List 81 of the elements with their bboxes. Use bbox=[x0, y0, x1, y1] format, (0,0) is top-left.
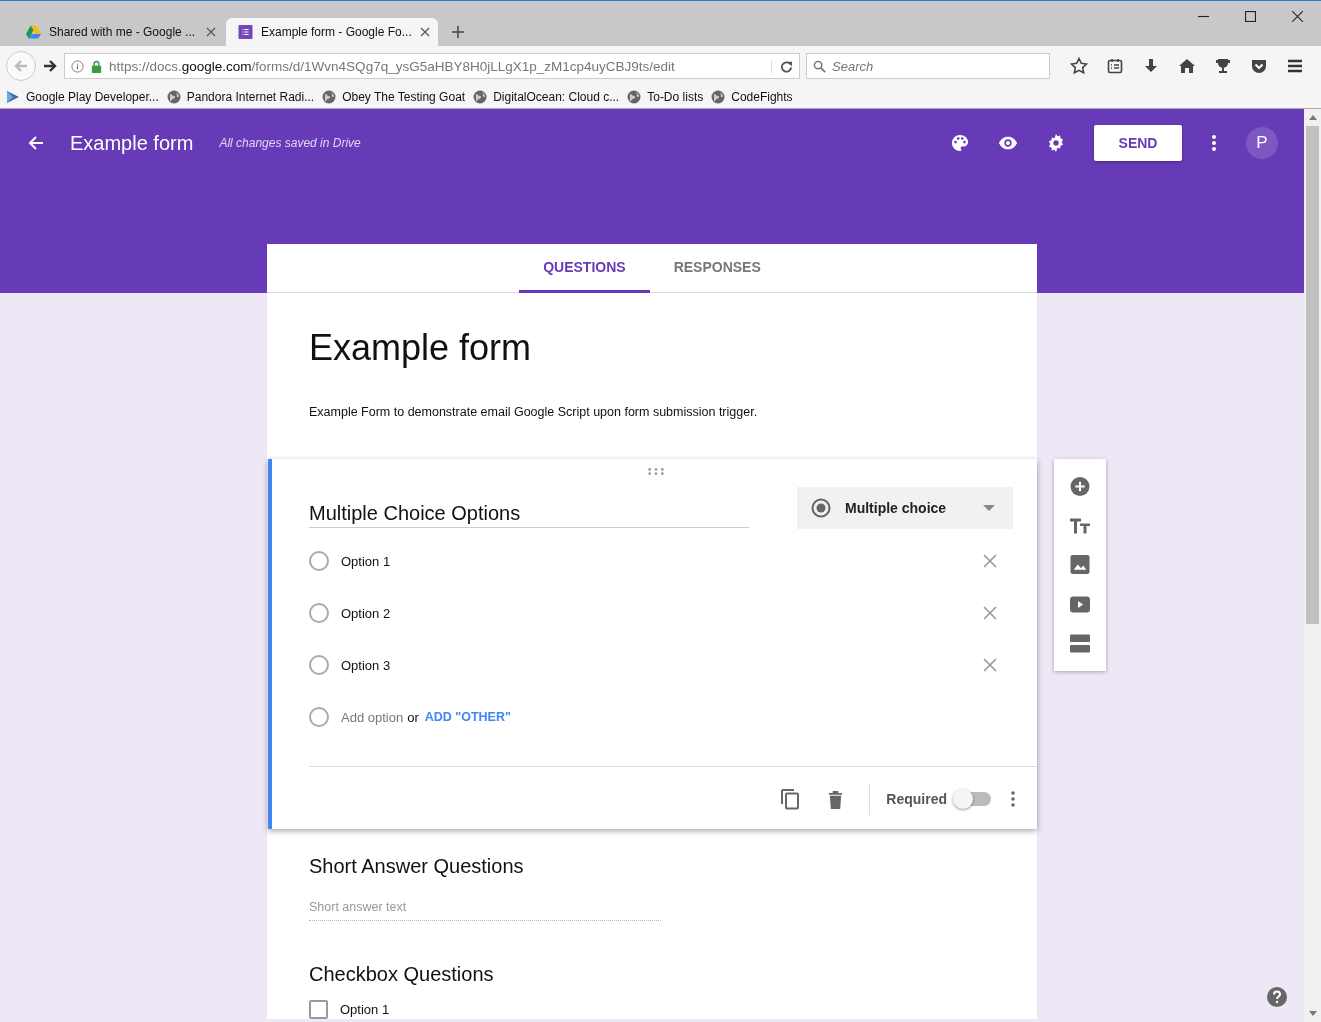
save-status: All changes saved in Drive bbox=[219, 136, 361, 150]
bookmark[interactable]: Google Play Developer... bbox=[6, 90, 159, 104]
question-title: Checkbox Questions bbox=[309, 963, 495, 986]
home-icon[interactable] bbox=[1178, 57, 1196, 75]
lock-icon bbox=[90, 59, 103, 73]
bookmark[interactable]: CodeFights bbox=[711, 90, 793, 104]
back-arrow-icon[interactable] bbox=[26, 134, 46, 152]
or-text: or bbox=[407, 709, 419, 725]
close-icon[interactable] bbox=[419, 27, 430, 37]
image-icon[interactable] bbox=[1070, 555, 1090, 575]
trash-icon[interactable] bbox=[828, 789, 844, 809]
radio-icon bbox=[811, 498, 831, 518]
caret-icon bbox=[983, 505, 995, 511]
question-title-field[interactable]: Multiple Choice Options bbox=[309, 488, 749, 528]
required-label: Required bbox=[886, 791, 947, 807]
radio-button[interactable] bbox=[309, 603, 329, 623]
close-icon[interactable] bbox=[1292, 11, 1303, 22]
settings-icon[interactable] bbox=[1046, 134, 1066, 152]
browser-tab[interactable]: Shared with me - Google ... bbox=[14, 18, 226, 46]
menu-icon[interactable] bbox=[1286, 57, 1304, 75]
back-arrow-icon bbox=[13, 58, 29, 74]
reload-icon[interactable] bbox=[771, 59, 793, 73]
form-tab[interactable]: QUESTIONS bbox=[519, 244, 650, 293]
required-toggle[interactable] bbox=[955, 792, 991, 806]
radio-button[interactable] bbox=[309, 707, 329, 727]
play-store-icon bbox=[6, 90, 20, 104]
new-tab-icon[interactable] bbox=[452, 26, 464, 38]
form-description: Example Form to demonstrate email Google Script upon form submission trigger. bbox=[309, 405, 759, 419]
bookmark[interactable]: Pandora Internet Radi... bbox=[166, 90, 315, 104]
form-title: Example form bbox=[309, 327, 533, 369]
add-other-link[interactable]: ADD "OTHER" bbox=[424, 710, 511, 724]
drag-handle-icon[interactable] bbox=[648, 468, 664, 475]
search-icon bbox=[813, 59, 826, 73]
add-circle-icon[interactable] bbox=[1070, 477, 1090, 497]
form-tab[interactable]: RESPONSES bbox=[649, 244, 785, 293]
scroll-down-icon[interactable] bbox=[1308, 1011, 1317, 1016]
send-button[interactable]: SEND bbox=[1094, 125, 1182, 161]
close-icon[interactable] bbox=[206, 27, 216, 37]
option-label: Option 1 bbox=[340, 1002, 391, 1017]
trophy-icon[interactable] bbox=[1214, 57, 1232, 75]
radio-button[interactable] bbox=[309, 655, 329, 675]
scroll-up-icon[interactable] bbox=[1308, 115, 1317, 120]
account-avatar[interactable]: P bbox=[1246, 127, 1278, 159]
reading-list-icon[interactable] bbox=[1106, 57, 1124, 75]
radio-button[interactable] bbox=[309, 551, 329, 571]
more-options-icon[interactable] bbox=[1212, 135, 1216, 151]
duplicate-icon[interactable] bbox=[780, 788, 801, 810]
address-bar[interactable]: https://docs.google.com/forms/d/1Wvn4SQg7q_ysG5aHBY8H0jLLgX1p_zM1cp4uyCBJ9ts/edit bbox=[64, 53, 800, 79]
question-type-dropdown[interactable]: Multiple choice bbox=[797, 487, 1013, 529]
globe-icon bbox=[711, 90, 726, 104]
globe-icon bbox=[322, 90, 337, 104]
pocket-icon[interactable] bbox=[1250, 57, 1268, 75]
bookmark[interactable]: To-Do lists bbox=[627, 90, 704, 104]
globe-icon bbox=[627, 90, 642, 104]
forward-icon[interactable] bbox=[42, 58, 58, 74]
text-size-icon[interactable] bbox=[1070, 516, 1090, 536]
short-answer-field: Short answer text bbox=[309, 900, 661, 921]
preview-eye-icon[interactable] bbox=[998, 134, 1018, 152]
bookmark[interactable]: Obey The Testing Goat bbox=[322, 90, 466, 104]
star-icon[interactable] bbox=[1070, 57, 1088, 75]
search-field[interactable]: Search bbox=[806, 53, 1050, 79]
browser-tab[interactable]: Example form - Google Fo... bbox=[226, 18, 438, 46]
section-icon[interactable] bbox=[1070, 633, 1090, 653]
add-option-field[interactable]: Add option bbox=[341, 709, 404, 725]
globe-icon bbox=[473, 90, 488, 104]
form-document-icon bbox=[238, 25, 253, 39]
checkbox[interactable] bbox=[309, 1000, 328, 1019]
more-options-icon[interactable] bbox=[1011, 791, 1015, 807]
scrollbar[interactable] bbox=[1304, 109, 1321, 1022]
maximize-icon[interactable] bbox=[1245, 11, 1256, 22]
option-label-field[interactable]: Option 1 bbox=[341, 553, 983, 569]
globe-icon bbox=[166, 90, 181, 104]
triangle-logo-icon bbox=[26, 25, 41, 39]
form-name: Example form bbox=[70, 131, 194, 155]
palette-icon[interactable] bbox=[950, 134, 970, 152]
bookmark[interactable]: DigitalOcean: Cloud c... bbox=[473, 90, 620, 104]
option-label-field[interactable]: Option 3 bbox=[341, 657, 983, 673]
help-icon[interactable] bbox=[1267, 987, 1287, 1007]
video-icon[interactable] bbox=[1070, 594, 1090, 614]
question-title: Short Answer Questions bbox=[309, 855, 525, 878]
option-label-field[interactable]: Option 2 bbox=[341, 605, 983, 621]
